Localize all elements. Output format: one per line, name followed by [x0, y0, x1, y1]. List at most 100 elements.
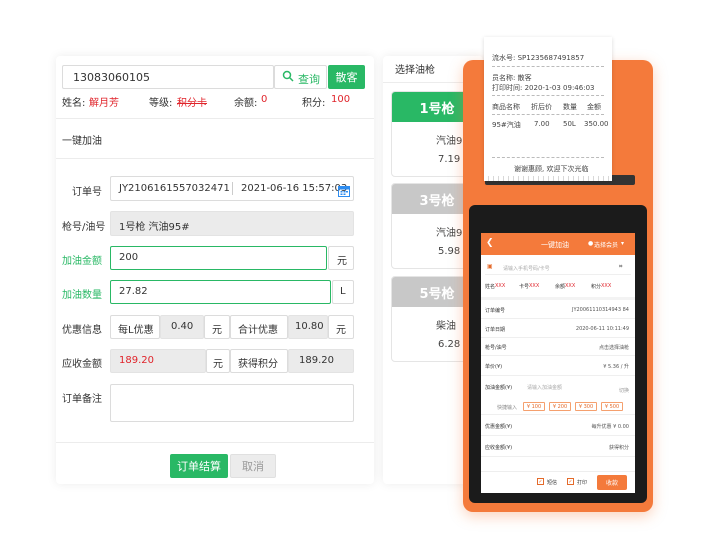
calendar-icon[interactable]	[338, 182, 350, 201]
member-points-value: 100	[331, 94, 351, 105]
receivable-label: 应收金额	[62, 359, 102, 370]
phone-header: ❮ 一键加油 ● 选择会员 ▾	[481, 233, 635, 255]
phone-row-label: 枪号/油号	[485, 345, 507, 351]
per-l-label-box: 每L优惠	[110, 315, 160, 339]
scan-card-icon: ▣	[487, 263, 493, 270]
phone-row-value: ¥ 5.36 / 升	[603, 364, 629, 370]
member-points-label: 积分:	[302, 98, 326, 109]
remark-textarea[interactable]	[110, 384, 354, 422]
receipt-footer: 谢谢惠顾, 欢迎下次光临	[514, 165, 589, 173]
phone-form-row[interactable]: 订单日期 2020-06-11 10:11:49	[481, 321, 635, 338]
print-checkbox[interactable]: ✓	[567, 478, 574, 485]
info-balance-value: XXX	[565, 283, 576, 289]
receivable-unit: 元	[213, 359, 223, 370]
qty-input[interactable]: 27.82	[110, 280, 331, 304]
earned-label-box: 获得积分	[230, 349, 288, 373]
unit-switch-link[interactable]: 切换	[619, 387, 629, 394]
chevron-down-icon: ▾	[621, 240, 625, 247]
phone-form-row[interactable]: 枪号/油号 点击选择油枪	[481, 339, 635, 356]
section-title: 一键加油	[62, 136, 102, 147]
phone-search-input[interactable]: 13083060105	[62, 65, 274, 89]
search-button[interactable]: 查询	[274, 65, 327, 89]
amount-label: 加油金额	[62, 256, 102, 267]
member-select-button[interactable]: 选择会员	[594, 240, 618, 249]
earned-field: 189.20	[288, 349, 354, 373]
amount-unit: 元	[337, 256, 347, 267]
info-points-label: 积分	[591, 284, 602, 290]
phone-search-bar[interactable]: ▣ 请输入手机号码/卡号 ⌗	[485, 261, 631, 275]
amount-input[interactable]: 200	[110, 246, 327, 270]
receipt-paper: 流水号: SP1235687491857 员名称: 散客 打印时间: 2020-…	[484, 37, 612, 181]
qty-label: 加油数量	[62, 290, 102, 301]
receipt-item-price: 7.00	[534, 120, 550, 128]
quick-amount-chip[interactable]: ¥ 100	[523, 402, 545, 411]
info-name-label: 姓名	[485, 284, 496, 290]
per-l-label: 每L优惠	[118, 325, 154, 336]
total-disc-label-box: 合计优惠	[230, 315, 288, 339]
scan-icon[interactable]: ⌗	[619, 263, 622, 271]
search-label: 查询	[298, 73, 320, 86]
phone-row-value: 2020-06-11 10:11:49	[575, 326, 629, 332]
quick-amount-chip[interactable]: ¥ 300	[575, 402, 597, 411]
phone-row-value: 获得积分	[608, 445, 629, 451]
receipt-print-time: 打印时间: 2020-1-03 09:46:03	[492, 84, 595, 92]
settle-button[interactable]: 订单结算	[170, 454, 228, 478]
print-label: 打印	[577, 480, 588, 486]
phone-title: 一键加油	[541, 241, 569, 249]
quick-amount-chip[interactable]: ¥ 200	[549, 402, 571, 411]
walkin-button[interactable]: 散客	[328, 65, 365, 89]
divider	[56, 442, 374, 443]
settle-label: 订单结算	[177, 460, 221, 473]
receipt-serial: 流水号: SP1235687491857	[492, 54, 585, 62]
info-name-value: XXX	[495, 283, 506, 289]
phone-screen: ❮ 一键加油 ● 选择会员 ▾ ▣ 请输入手机号码/卡号 ⌗ 姓名 XXX 卡号…	[481, 233, 635, 493]
total-disc-unit-box: 元	[328, 315, 354, 339]
phone-bottom-bar: ✓ 短信 ✓ 打印 收款	[481, 471, 635, 493]
total-disc-field: 10.80	[288, 315, 328, 339]
walkin-label: 散客	[335, 71, 358, 84]
back-arrow-icon[interactable]: ❮	[486, 238, 494, 248]
quick-input-label: 快捷输入	[497, 405, 518, 411]
receipt-item-name: 95#汽油	[492, 121, 521, 129]
order-datetime-value: 2021-06-16 15:57:03	[241, 183, 348, 194]
collect-label: 收款	[605, 480, 618, 487]
member-name-label: 姓名:	[62, 98, 86, 109]
amount-value: 200	[119, 252, 139, 263]
receipt-cashier: 员名称: 散客	[492, 74, 532, 82]
nozzle-value: 1号枪 汽油95#	[119, 222, 190, 233]
member-balance-value: 0	[261, 94, 268, 105]
sms-checkbox[interactable]: ✓	[537, 478, 544, 485]
receipt-dash	[492, 66, 604, 67]
qty-unit-box: L	[332, 280, 354, 304]
phone-member-info: 姓名 XXX 卡号 XXX 余额 XXX 积分 XXX	[485, 283, 635, 293]
receipt-col-name: 商品名称	[492, 103, 520, 111]
phone-form-row[interactable]: 应收金额(¥) 获得积分	[481, 439, 635, 457]
phone-form-row[interactable]: 优惠金额(¥) 每升优惠 ¥ 0.00	[481, 418, 635, 436]
order-no-label: 订单号	[72, 187, 102, 198]
total-disc-unit: 元	[336, 325, 346, 336]
total-disc-value: 10.80	[295, 321, 324, 332]
phone-row-value: 点击选择油枪	[598, 345, 629, 351]
divider	[56, 158, 374, 159]
divider	[56, 118, 374, 119]
receivable-value: 189.20	[119, 355, 154, 366]
phone-form-row[interactable]: 订单编号 JY20061110314943 84	[481, 302, 635, 319]
quick-amount-chip[interactable]: ¥ 500	[601, 402, 623, 411]
receipt-col-qty: 数量	[563, 103, 577, 111]
nozzle-panel-title: 选择油枪	[395, 65, 435, 76]
info-card-label: 卡号	[519, 284, 530, 290]
phone-search-value: 13083060105	[73, 71, 150, 84]
cancel-button[interactable]: 取消	[230, 454, 276, 478]
field-separator	[232, 182, 233, 195]
phone-form-row[interactable]: 单价(¥) ¥ 5.36 / 升	[481, 358, 635, 376]
order-no-value: JY2106161557032471	[119, 183, 230, 194]
per-l-value: 0.40	[171, 321, 194, 332]
phone-row-label: 应收金额(¥)	[485, 445, 513, 451]
info-balance-label: 余额	[555, 284, 566, 290]
member-balance-label: 余额:	[234, 98, 258, 109]
phone-row-label: 订单编号	[485, 308, 506, 314]
amount-unit-box: 元	[328, 246, 354, 270]
collect-button[interactable]: 收款	[597, 475, 627, 490]
order-no-field: JY2106161557032471 2021-06-16 15:57:03	[110, 176, 354, 201]
member-level-label: 等级:	[149, 98, 173, 109]
